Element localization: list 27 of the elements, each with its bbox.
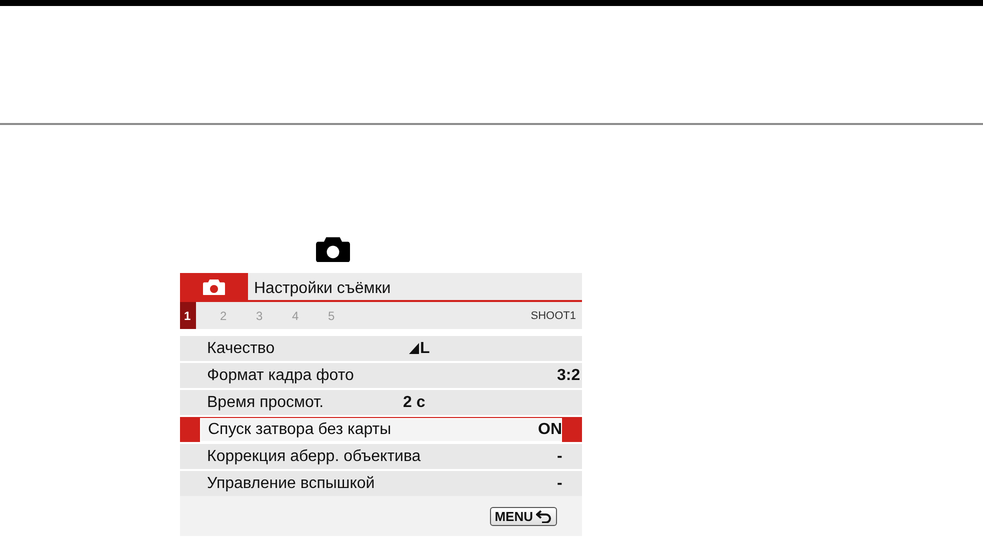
camera-icon [316,235,350,262]
item-label: Управление вспышкой [207,474,376,492]
menu-item[interactable]: Управление вспышкой - [180,471,582,496]
item-label: Время просмот. [207,394,325,412]
menu-item[interactable]: Спуск затвора без карты ON [180,417,582,442]
quality-icon [409,343,419,354]
setting-value: - [557,448,564,466]
camera-icon [203,278,225,296]
setting-value: ON [538,420,563,438]
page-tab[interactable]: 1 [180,302,196,329]
item-label: Формат кадра фото [207,366,355,384]
menu-title: Настройки съёмки [253,280,391,299]
shooting-tab[interactable] [180,273,248,300]
setting-value: L [420,340,430,358]
item-label: Спуск затвора без карты [208,420,392,438]
item-label: Качество [207,340,276,358]
page-code: SHOOT1 [530,310,577,322]
menu-item[interactable]: Коррекция аберр. объектива - [180,444,582,469]
setting-value: - [557,474,564,492]
menu-item[interactable]: Время просмот. 2 с [180,390,582,415]
return-arrow-icon [536,510,552,522]
back-button[interactable]: MENU [490,506,557,526]
menu-item[interactable]: Качество L [180,336,582,361]
setting-value: 2 с [402,394,426,412]
setting-value: 3:2 [557,366,582,384]
menu-item[interactable]: Формат кадра фото 3:2 [180,363,582,388]
item-label: Коррекция аберр. объектива [207,448,422,466]
